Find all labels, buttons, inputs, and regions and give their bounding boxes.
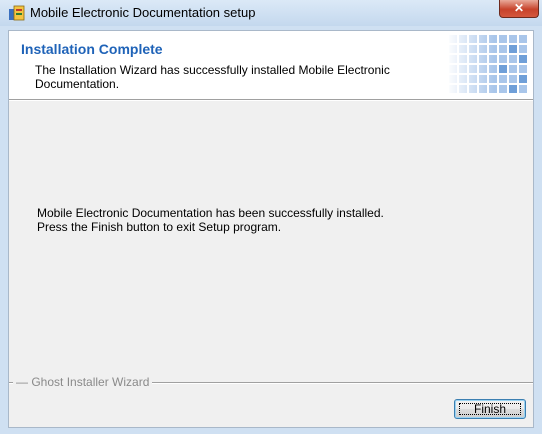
finish-button[interactable]: Finish bbox=[454, 399, 526, 419]
decorative-grid-graphic bbox=[447, 33, 533, 97]
window-title: Mobile Electronic Documentation setup bbox=[30, 5, 256, 20]
wizard-brand-label: — Ghost Installer Wizard bbox=[13, 375, 153, 389]
completion-line-1: Mobile Electronic Documentation has been… bbox=[37, 206, 384, 220]
focus-rect bbox=[459, 403, 521, 415]
completion-message: Mobile Electronic Documentation has been… bbox=[37, 206, 384, 234]
installer-icon bbox=[9, 5, 25, 21]
title-bar[interactable]: Mobile Electronic Documentation setup ✕ bbox=[0, 0, 542, 26]
page-description: The Installation Wizard has successfully… bbox=[35, 63, 390, 91]
wizard-header: Installation Complete The Installation W… bbox=[9, 31, 533, 99]
dialog-client-area: Installation Complete The Installation W… bbox=[8, 30, 534, 428]
completion-line-2: Press the Finish button to exit Setup pr… bbox=[37, 220, 282, 234]
close-icon: ✕ bbox=[513, 1, 525, 15]
setup-window: Mobile Electronic Documentation setup ✕ … bbox=[0, 0, 542, 434]
close-button[interactable]: ✕ bbox=[499, 0, 539, 18]
page-title: Installation Complete bbox=[21, 41, 163, 57]
header-divider bbox=[9, 99, 533, 101]
